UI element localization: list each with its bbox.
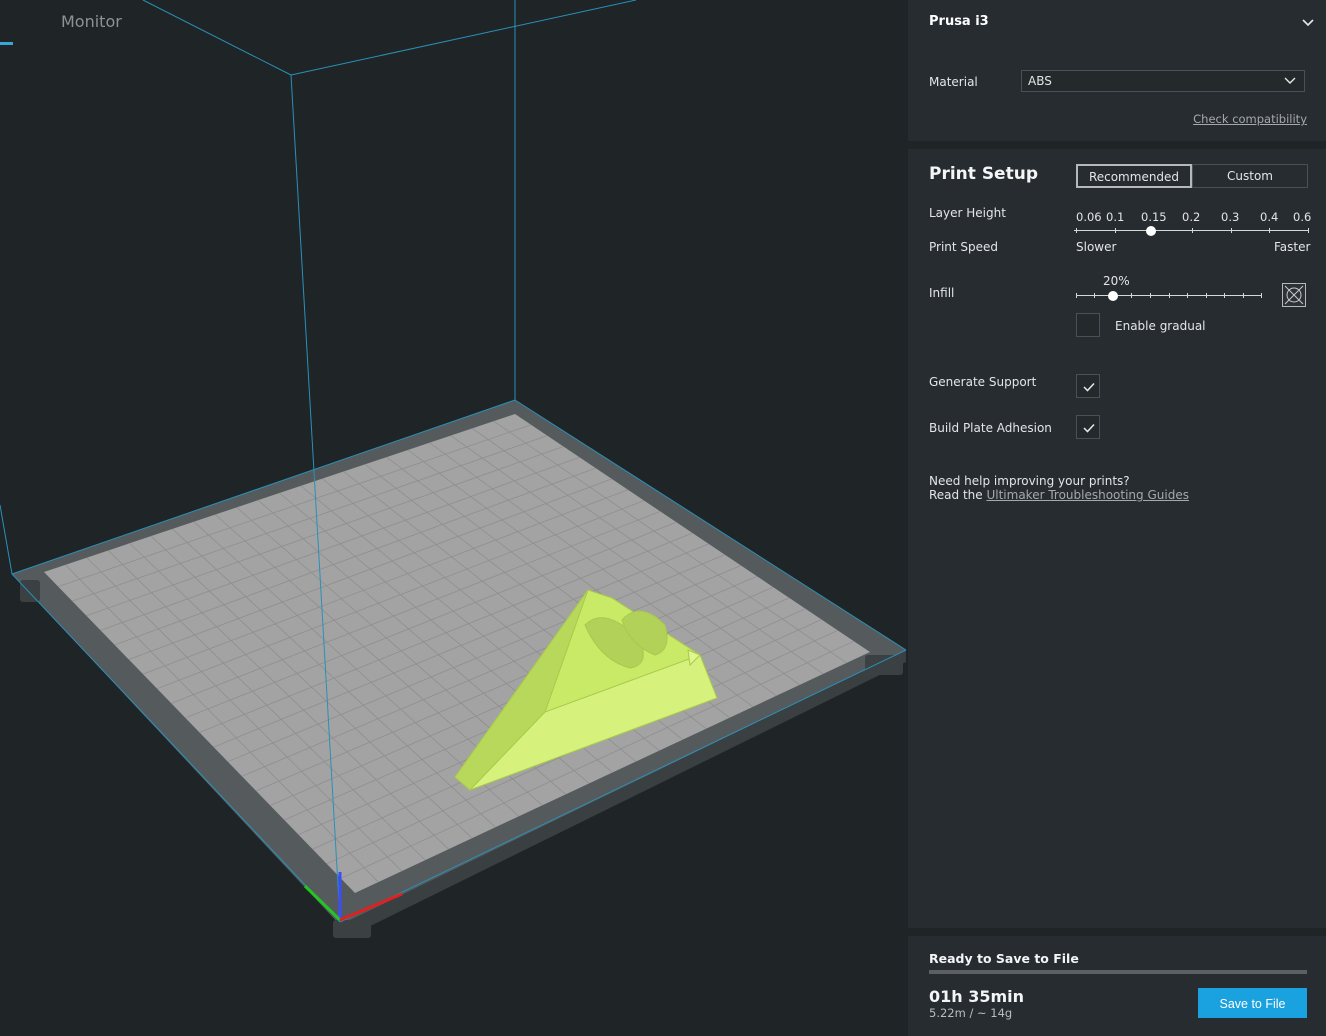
printer-panel: Prusa i3 Material ABS Check compatibilit… [908, 0, 1326, 141]
layer-tick-label: 0.2 [1182, 210, 1201, 224]
checkmark-icon [1083, 382, 1095, 392]
layer-tick-label: 0.4 [1260, 210, 1279, 224]
check-compatibility-link[interactable]: Check compatibility [1193, 112, 1307, 126]
active-tab-indicator [0, 42, 13, 45]
material-usage: 5.22m / ~ 14g [929, 1006, 1013, 1020]
infill-handle[interactable] [1108, 291, 1118, 301]
print-setup-panel: Print Setup Recommended Custom Layer Hei… [908, 149, 1326, 928]
job-panel: Ready to Save to File 01h 35min 5.22m / … [908, 936, 1326, 1036]
build-scene [0, 0, 907, 938]
layer-tick-label: 0.15 [1141, 210, 1167, 224]
material-value: ABS [1028, 74, 1052, 88]
help-line: Need help improving your prints? [929, 474, 1130, 488]
3d-viewport[interactable]: Monitor [0, 0, 908, 1036]
chevron-down-icon[interactable] [1300, 14, 1316, 30]
build-plate-adhesion-label: Build Plate Adhesion [929, 421, 1052, 435]
material-dropdown[interactable]: ABS [1021, 70, 1305, 92]
print-speed-label: Print Speed [929, 240, 999, 254]
layer-height-handle[interactable] [1146, 226, 1156, 236]
save-to-file-button[interactable]: Save to File [1198, 988, 1307, 1018]
infill-label: Infill [929, 286, 955, 300]
print-time: 01h 35min [929, 987, 1025, 1006]
infill-pattern-icon [1282, 283, 1306, 307]
monitor-tab[interactable]: Monitor [61, 12, 122, 31]
enable-gradual-checkbox[interactable] [1076, 313, 1100, 337]
tab-custom[interactable]: Custom [1192, 164, 1308, 188]
enable-gradual-label: Enable gradual [1115, 319, 1206, 333]
progress-bar [929, 970, 1307, 974]
tab-recommended[interactable]: Recommended [1076, 164, 1192, 188]
infill-value: 20% [1103, 274, 1130, 288]
help-prefix: Read the [929, 488, 987, 502]
layer-tick-label: 0.3 [1221, 210, 1240, 224]
generate-support-label: Generate Support [929, 375, 1037, 389]
troubleshooting-guides-link[interactable]: Ultimaker Troubleshooting Guides [986, 488, 1188, 502]
layer-tick-label: 0.1 [1106, 210, 1125, 224]
speed-faster-label: Faster [1274, 240, 1311, 254]
material-label: Material [929, 75, 978, 89]
build-plate-adhesion-checkbox[interactable] [1076, 415, 1100, 439]
layer-height-label: Layer Height [929, 206, 1006, 220]
printer-selector[interactable]: Prusa i3 [929, 14, 989, 29]
generate-support-checkbox[interactable] [1076, 374, 1100, 398]
print-setup-title: Print Setup [929, 164, 1038, 184]
help-text: Need help improving your prints? Read th… [929, 474, 1189, 502]
checkmark-icon [1083, 423, 1095, 433]
speed-slower-label: Slower [1076, 240, 1117, 254]
layer-tick-label: 0.6 [1293, 210, 1312, 224]
layer-tick-label: 0.06 [1076, 210, 1102, 224]
chevron-down-icon [1284, 77, 1296, 84]
job-status: Ready to Save to File [929, 951, 1079, 966]
